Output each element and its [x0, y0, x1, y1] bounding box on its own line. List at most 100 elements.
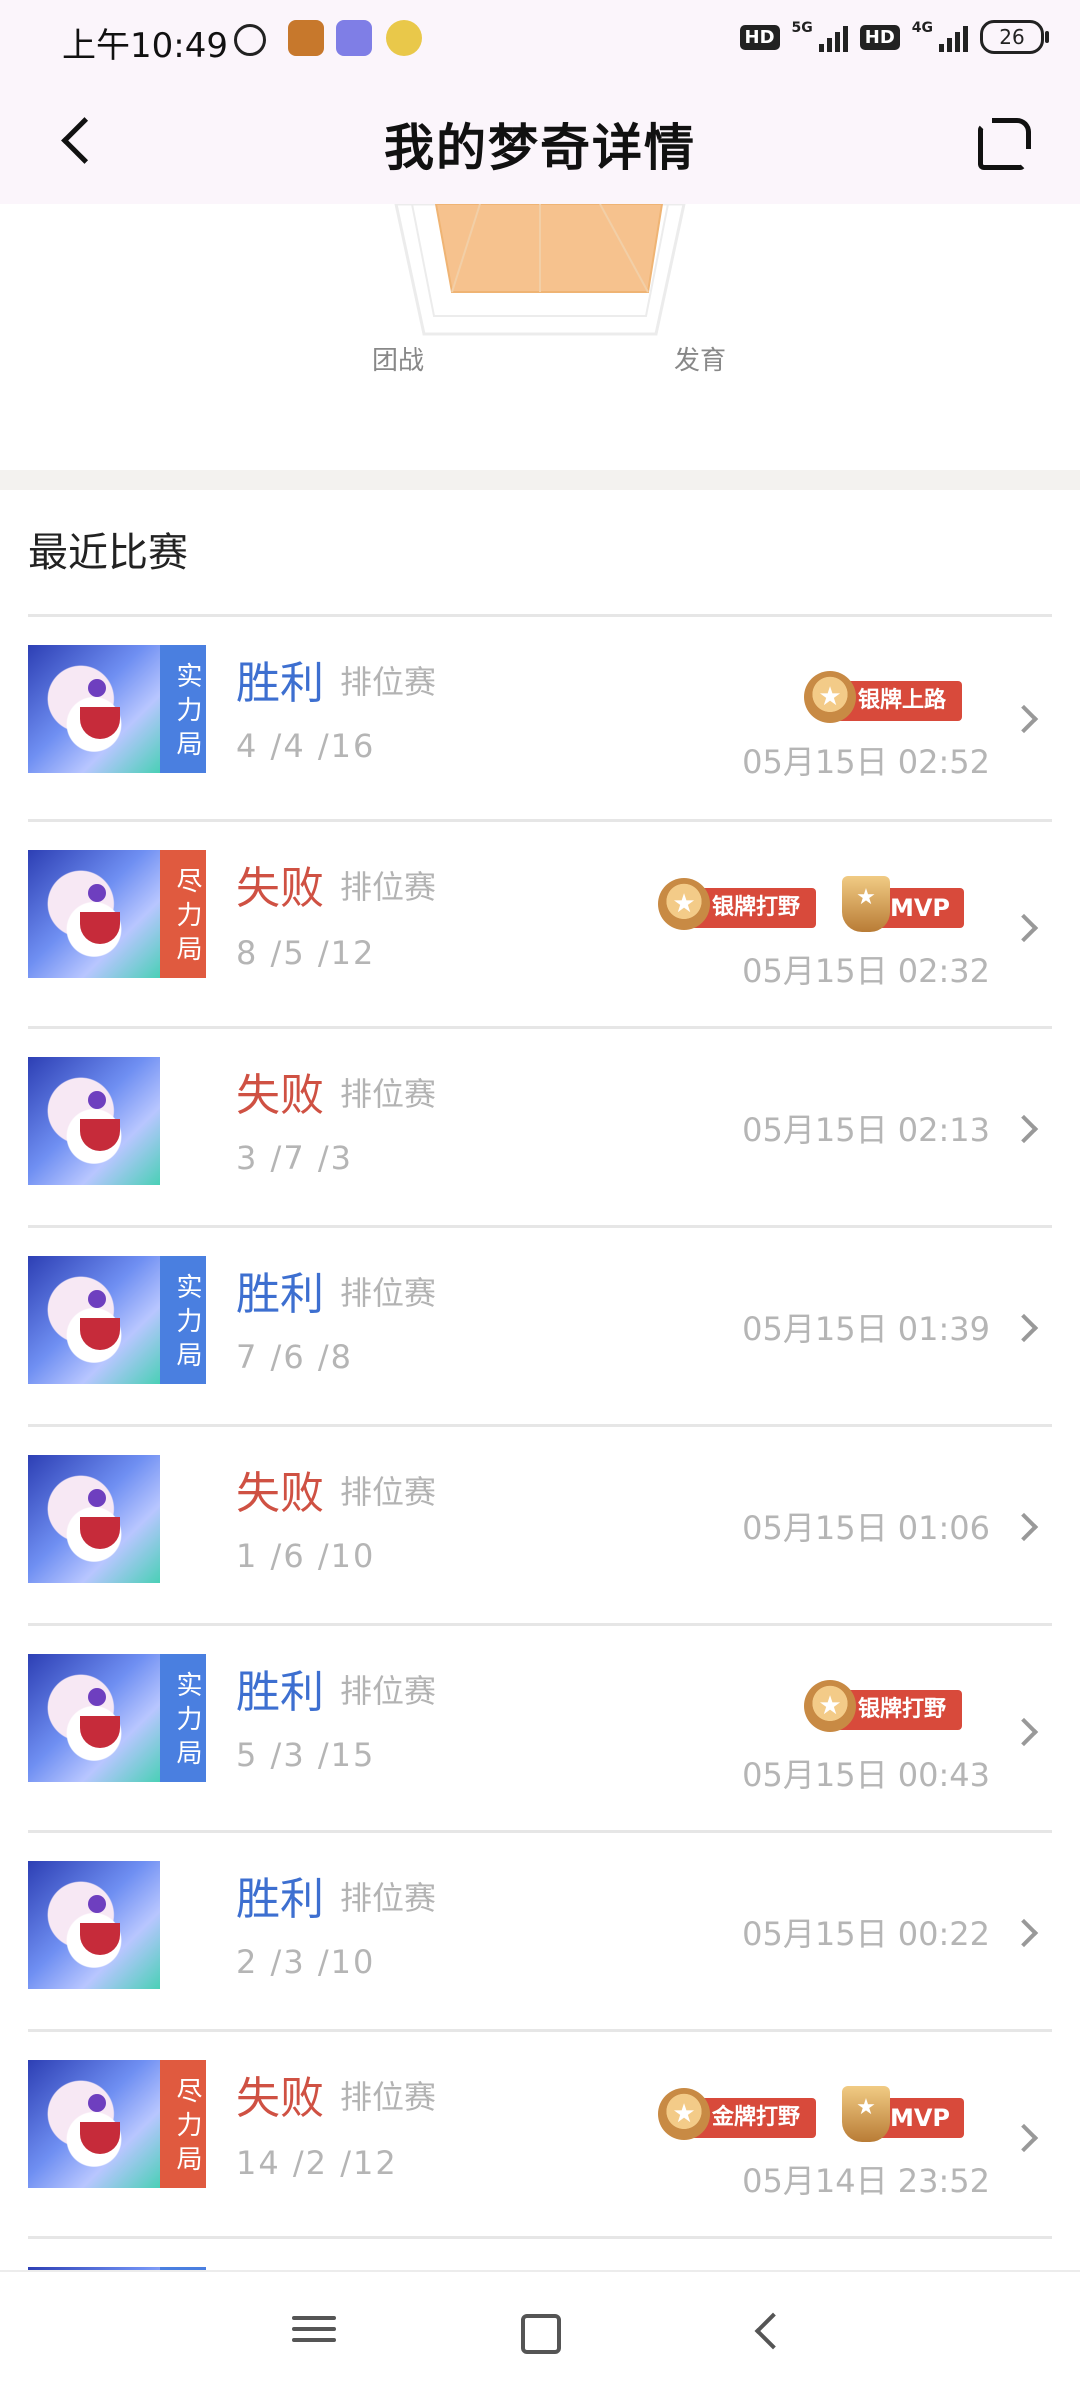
match-result: 失败 [236, 1070, 324, 1121]
recent-apps-button[interactable] [292, 2316, 336, 2350]
match-mode: 排位赛 [340, 1672, 437, 1710]
signal-icon [818, 22, 848, 52]
radar-label-teamfight: 团战 [372, 346, 425, 376]
medal-icon: ★ [803, 671, 856, 723]
match-mode: 排位赛 [340, 1075, 437, 1113]
chevron-right-icon [1009, 1114, 1039, 1144]
hero-avatar [28, 1455, 160, 1583]
match-row[interactable]: 实力局 胜利 排位赛 7 /6 /8 05月15日 01:39 [28, 1225, 1052, 1424]
app-notification-icon [336, 20, 372, 56]
app-notification-icon [386, 20, 422, 56]
system-back-button[interactable] [754, 2312, 792, 2350]
match-kda: 4 /4 /16 [236, 727, 376, 765]
match-time: 05月15日 02:52 [742, 743, 990, 781]
match-mode: 排位赛 [340, 1879, 437, 1917]
match-time: 05月14日 23:52 [742, 2162, 990, 2200]
position-badge: ★ 银牌上路 [803, 671, 962, 723]
page-title: 我的梦奇详情 [384, 119, 696, 177]
chevron-right-icon [1009, 704, 1039, 734]
home-button[interactable] [521, 2314, 561, 2354]
share-button[interactable] [970, 110, 1031, 170]
hd-icon: HD [739, 24, 780, 50]
match-mode: 排位赛 [340, 1473, 437, 1511]
network-type: 4G [911, 20, 933, 36]
hero-avatar [28, 850, 160, 978]
match-kda: 14 /2 /12 [236, 2144, 398, 2182]
status-bar: 上午10:49 HD 5G HD 4G 26 [0, 0, 1080, 84]
section-divider [0, 470, 1080, 490]
match-result: 失败 [236, 863, 324, 914]
match-kda: 8 /5 /12 [236, 934, 376, 972]
trophy-icon: ★ [841, 876, 890, 932]
match-row[interactable]: 失败 排位赛 1 /6 /10 05月15日 01:06 [28, 1424, 1052, 1623]
position-badge: ★ 金牌打野 [657, 2088, 816, 2140]
match-row[interactable]: 胜利 排位赛 2 /3 /10 05月15日 00:22 [28, 1830, 1052, 2029]
match-time: 05月15日 01:39 [742, 1310, 990, 1348]
hd-icon: HD [859, 24, 900, 50]
match-kda: 3 /7 /3 [236, 1139, 353, 1177]
match-result: 失败 [236, 2073, 324, 2124]
status-time: 上午10:49 [62, 26, 228, 66]
hero-avatar [28, 2060, 160, 2188]
medal-icon: ★ [803, 1680, 856, 1732]
match-kda: 5 /3 /15 [236, 1736, 376, 1774]
match-row[interactable]: 实力局 胜利 排位赛 4 /4 /16 ★ 银牌上路 05月15日 02:52 [28, 614, 1052, 819]
match-mode: 排位赛 [340, 2078, 437, 2116]
match-mode: 排位赛 [340, 663, 437, 701]
chevron-right-icon [1009, 913, 1039, 943]
match-time: 05月15日 02:32 [742, 952, 990, 990]
app-notification-icon [288, 20, 324, 56]
hero-avatar [28, 1654, 160, 1782]
trophy-icon: ★ [841, 2086, 890, 2142]
match-row[interactable]: 失败 排位赛 3 /7 /3 05月15日 02:13 [28, 1026, 1052, 1225]
tier-tag: 实力局 [160, 1654, 206, 1782]
match-kda: 2 /3 /10 [236, 1943, 376, 1981]
mvp-badge: ★ MVP [841, 876, 964, 932]
match-row[interactable]: 实力局 胜利 排位赛 5 /3 /15 ★ 银牌打野 05月15日 00:43 [28, 1623, 1052, 1830]
match-row[interactable]: 尽力局 失败 排位赛 8 /5 /12 ★ 银牌打野 ★ MVP 05月15日 … [28, 819, 1052, 1026]
match-result: 胜利 [236, 1874, 324, 1925]
medal-icon: ★ [657, 878, 710, 930]
battery-icon: 26 [980, 20, 1049, 54]
app-header: 我的梦奇详情 [0, 84, 1080, 204]
radar-graphic [394, 202, 686, 336]
system-nav-bar [0, 2270, 1080, 2402]
match-time: 05月15日 00:43 [742, 1756, 990, 1794]
signal-icon [939, 22, 968, 52]
hero-avatar [28, 1861, 160, 1989]
match-result: 胜利 [236, 1269, 324, 1320]
tier-tag: 尽力局 [160, 850, 206, 978]
radar-label-development: 发育 [674, 346, 727, 376]
chevron-right-icon [1009, 1512, 1039, 1542]
hero-avatar [28, 1057, 160, 1185]
match-result: 胜利 [236, 1667, 324, 1718]
alarm-icon [234, 24, 266, 56]
status-right: HD 5G HD 4G 26 [739, 20, 1049, 54]
section-title-recent: 最近比赛 [28, 530, 188, 576]
hero-avatar [28, 1256, 160, 1384]
radar-area [434, 203, 664, 293]
mvp-badge: ★ MVP [841, 2086, 964, 2142]
match-time: 05月15日 00:22 [742, 1915, 990, 1953]
tier-tag: 实力局 [160, 1256, 206, 1384]
medal-icon: ★ [657, 2088, 710, 2140]
chevron-right-icon [1009, 1313, 1039, 1343]
tier-tag: 尽力局 [160, 2060, 206, 2188]
match-result: 胜利 [236, 658, 324, 709]
network-type: 5G [791, 20, 813, 36]
match-kda: 7 /6 /8 [236, 1338, 353, 1376]
position-badge: ★ 银牌打野 [657, 878, 816, 930]
match-list: 实力局 胜利 排位赛 4 /4 /16 ★ 银牌上路 05月15日 02:52 … [28, 614, 1052, 2299]
chevron-right-icon [1009, 1717, 1039, 1747]
match-mode: 排位赛 [340, 868, 437, 906]
match-result: 失败 [236, 1468, 324, 1519]
position-badge: ★ 银牌打野 [803, 1680, 962, 1732]
match-row[interactable]: 尽力局 失败 排位赛 14 /2 /12 ★ 金牌打野 ★ MVP 05月14日… [28, 2029, 1052, 2236]
ability-radar [360, 202, 720, 354]
match-kda: 1 /6 /10 [236, 1537, 376, 1575]
hero-avatar [28, 645, 160, 773]
chevron-right-icon [1009, 1918, 1039, 1948]
tier-tag: 实力局 [160, 645, 206, 773]
match-mode: 排位赛 [340, 1274, 437, 1312]
match-time: 05月15日 02:13 [742, 1111, 990, 1149]
